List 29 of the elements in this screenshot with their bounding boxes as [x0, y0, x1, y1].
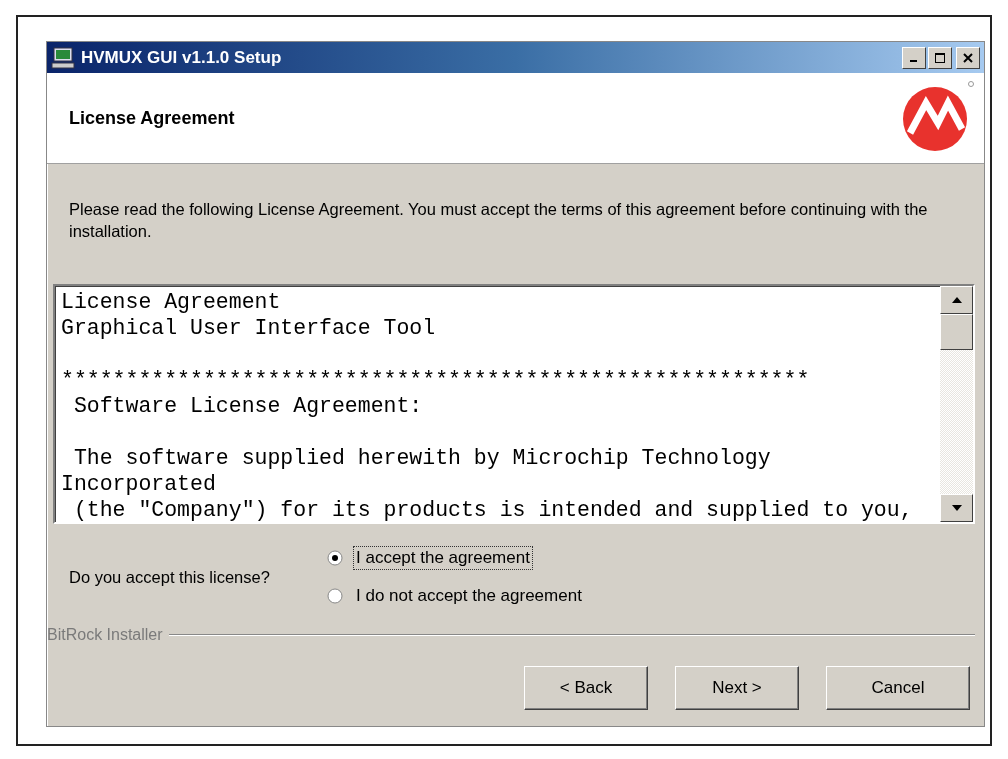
close-icon[interactable] — [962, 51, 974, 64]
wizard-button[interactable]: Cancel — [826, 666, 970, 710]
license-text-line: The software supplied herewith by Microchip Technology — [72, 445, 772, 471]
maximize-button[interactable] — [928, 46, 952, 69]
window-title: HVMUX GUI v1.1.0 Setup — [81, 47, 283, 68]
computer-icon — [51, 46, 75, 69]
scrollbar[interactable] — [940, 286, 973, 522]
question-label: Do you accept this license? — [69, 567, 271, 587]
page-title: License Agreement — [69, 107, 235, 129]
license-text-line: Incorporated — [61, 471, 217, 497]
license-text-line: Graphical User Interface Tool — [61, 315, 437, 341]
maximize-icon[interactable] — [934, 51, 946, 64]
radio-option[interactable]: I do not accept the agreement — [327, 584, 585, 608]
wizard-button[interactable]: < Back — [524, 666, 648, 710]
installer-brand-label: BitRock Installer — [47, 626, 163, 644]
close-button[interactable] — [956, 46, 980, 69]
radio-icon[interactable] — [327, 588, 343, 604]
instruction-text: Please read the following License Agreement. You must accept the terms of this agreement before continuing with the installation. — [69, 199, 929, 242]
wizard-button[interactable]: Next > — [675, 666, 799, 710]
minimize-button[interactable] — [902, 46, 926, 69]
radio-icon[interactable] — [327, 550, 343, 566]
scroll-up-arrow-icon[interactable] — [950, 296, 963, 304]
license-text-line: License Agreement — [61, 289, 282, 315]
license-text-line: Software License Agreement: — [72, 393, 424, 419]
license-text-line: ********************************************************** — [61, 367, 811, 393]
license-text-line: (the "Company") for its products is intended and supplied to you, — [72, 497, 914, 522]
scrollbar-thumb[interactable] — [940, 314, 973, 350]
license-text-area[interactable] — [53, 284, 975, 524]
scroll-down-arrow-icon[interactable] — [950, 504, 963, 512]
